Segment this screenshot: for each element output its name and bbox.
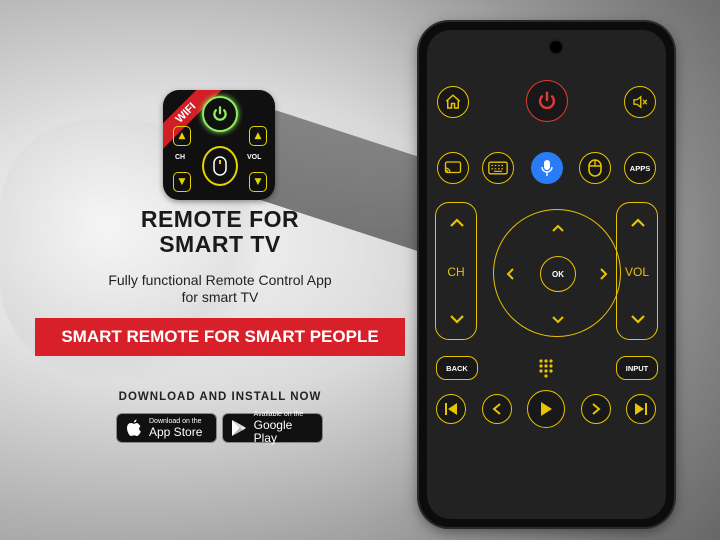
cast-icon [444, 161, 462, 174]
voice-button[interactable] [531, 152, 563, 184]
mouse-icon [588, 159, 602, 177]
play-button[interactable] [527, 390, 565, 428]
phone-mockup: APPS CH OK VOL BACK INPUT [419, 22, 674, 527]
dpad-up-button[interactable] [550, 220, 566, 236]
microphone-icon [541, 160, 553, 176]
keyboard-icon [488, 161, 508, 175]
volume-down-button[interactable] [629, 313, 647, 325]
camera-notch [548, 39, 564, 55]
power-button[interactable] [526, 80, 568, 122]
app-subtitle: Fully functional Remote Control App for … [70, 272, 370, 306]
input-button[interactable]: INPUT [616, 356, 658, 380]
ch-label: CH [175, 154, 186, 161]
channel-down-button[interactable] [448, 313, 466, 325]
channel-rocker: CH [435, 202, 477, 340]
home-icon [445, 94, 461, 109]
app-store-button[interactable]: Download on the App Store [116, 413, 217, 443]
play-icon [541, 402, 552, 416]
channel-up-button[interactable] [448, 217, 466, 229]
google-play-button[interactable]: Available on the Google Play [222, 411, 323, 445]
chevron-left-icon [492, 403, 501, 415]
vol-up-icon: ▲ [249, 126, 267, 146]
power-icon [538, 91, 556, 110]
google-play-big-text: Google Play [253, 418, 293, 445]
dpad-left-button[interactable] [502, 266, 518, 282]
volume-up-button[interactable] [629, 217, 647, 229]
skip-previous-button[interactable] [436, 394, 466, 424]
apps-button[interactable]: APPS [624, 152, 656, 184]
vol-down-icon: ▼ [249, 172, 267, 192]
download-heading: DOWNLOAD AND INSTALL NOW [118, 391, 322, 403]
mute-icon [633, 95, 648, 109]
back-button[interactable]: BACK [436, 356, 478, 380]
tagline-banner: SMART REMOTE FOR SMART PEOPLE [35, 318, 405, 356]
power-icon [202, 96, 238, 132]
ch-up-icon: ▲ [173, 126, 191, 146]
cast-button[interactable] [437, 152, 469, 184]
google-play-icon [231, 419, 248, 437]
keyboard-button[interactable] [482, 152, 514, 184]
skip-next-icon [635, 403, 647, 415]
vol-label: VOL [247, 154, 262, 161]
subtitle-line-1: Fully functional Remote Control App [108, 272, 332, 288]
ch-down-icon: ▼ [173, 172, 191, 192]
mouse-button[interactable] [579, 152, 611, 184]
chevron-right-icon [592, 403, 601, 415]
fast-forward-button[interactable] [581, 394, 611, 424]
mute-button[interactable] [624, 86, 656, 118]
apple-icon [125, 419, 143, 437]
volume-label: VOL [624, 265, 649, 279]
rewind-button[interactable] [482, 394, 512, 424]
channel-label: CH [447, 265, 465, 279]
remote-screen: APPS CH OK VOL BACK INPUT [427, 30, 666, 519]
mouse-icon [202, 146, 238, 186]
dpad-right-button[interactable] [596, 266, 612, 282]
skip-next-button[interactable] [626, 394, 656, 424]
title-line-1: REMOTE FOR [140, 206, 300, 232]
app-store-big-text: App Store [149, 424, 203, 439]
title-line-2: SMART TV [159, 231, 281, 257]
numpad-button[interactable] [531, 353, 561, 383]
numpad-icon [539, 359, 553, 378]
app-icon: WIFI ▲ CH ▼ ▲ VOL ▼ [163, 90, 275, 200]
volume-rocker: VOL [616, 202, 658, 340]
navigation-dpad: OK [493, 209, 621, 337]
skip-previous-icon [445, 403, 457, 415]
subtitle-line-2: for smart TV [181, 289, 259, 305]
app-title: REMOTE FOR SMART TV [120, 207, 320, 257]
dpad-down-button[interactable] [550, 312, 566, 328]
home-button[interactable] [437, 86, 469, 118]
ok-button[interactable]: OK [540, 256, 576, 292]
